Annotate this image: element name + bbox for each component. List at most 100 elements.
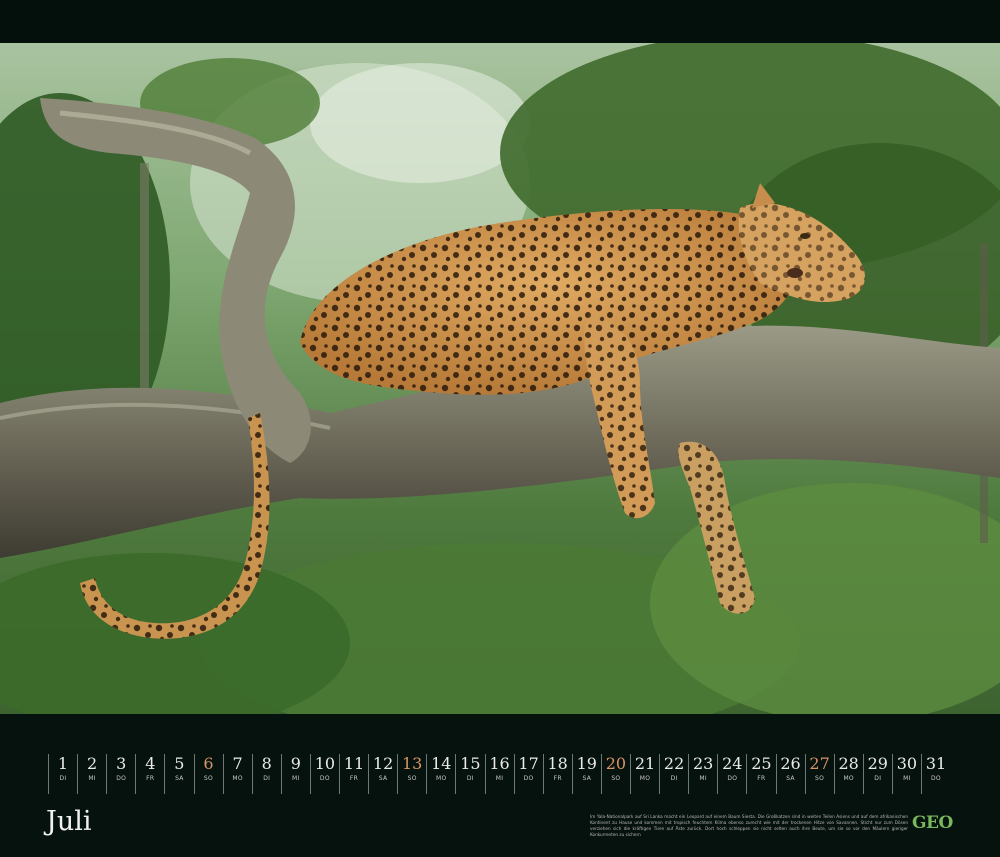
day-number: 25	[751, 754, 772, 773]
day-number: 13	[402, 754, 423, 773]
calendar-day: 28 MO	[833, 754, 863, 794]
day-number: 5	[174, 754, 185, 773]
day-number: 9	[290, 754, 301, 773]
day-number: 11	[343, 754, 365, 773]
calendar-day: 25 FR	[746, 754, 775, 794]
calendar-day: 10 DO	[309, 754, 339, 794]
weekday-label: DI	[59, 775, 67, 782]
weekday-label: MO	[436, 775, 447, 782]
calendar-day: 18 FR	[542, 754, 572, 794]
calendar-day: 7 MO	[222, 754, 252, 794]
day-number: 17	[518, 754, 539, 773]
weekday-label: SA	[786, 775, 795, 782]
weekday-label: DI	[466, 775, 474, 782]
weekday-label: DI	[874, 775, 882, 782]
calendar-day: 14 MO	[426, 754, 455, 794]
calendar-day: 8 DI	[251, 754, 281, 794]
day-number: 21	[634, 754, 656, 773]
calendar-day: 5 SA	[164, 754, 193, 794]
weekday-label: DO	[319, 775, 330, 782]
weekday-label: FR	[146, 775, 155, 782]
weekday-label: SA	[175, 775, 184, 782]
weekday-label: MO	[232, 775, 243, 782]
day-number: 16	[489, 754, 510, 773]
day-number: 2	[87, 754, 98, 773]
weekday-label: FR	[349, 775, 359, 782]
calendar-day: 29 DI	[862, 754, 892, 794]
day-number: 7	[232, 754, 243, 773]
weekday-label: MI	[292, 775, 300, 782]
calendar-day: 2 MI	[77, 754, 106, 794]
geo-logo: GEO	[912, 813, 953, 833]
day-number: 31	[925, 754, 947, 773]
weekday-label: MI	[699, 775, 707, 782]
weekday-label: DO	[727, 775, 738, 782]
day-number: 6	[203, 754, 214, 773]
weekday-label: SO	[815, 775, 825, 782]
day-number: 14	[431, 754, 452, 773]
calendar-day: 31 DO	[921, 754, 950, 794]
day-number: 3	[116, 754, 127, 773]
calendar-day: 3 DO	[106, 754, 135, 794]
day-number: 23	[693, 754, 714, 773]
calendar-day: 16 MI	[484, 754, 514, 794]
calendar-strip: 1 DI 2 MI 3 DO 4 FR 5 SA 6 SO 7 MO 8 DI 9 MI 10 DO 11 FR 12 SA 1…	[0, 714, 1000, 857]
leopard-photo	[0, 43, 1000, 714]
day-number: 20	[605, 754, 627, 773]
weekday-label: DI	[263, 775, 271, 782]
calendar-day: 30 MI	[891, 754, 921, 794]
day-number: 30	[896, 754, 918, 773]
weekday-label: SA	[582, 775, 592, 782]
month-name: Juli	[46, 806, 92, 837]
day-number: 19	[576, 754, 597, 773]
weekday-label: MO	[843, 775, 854, 782]
weekday-label: FR	[757, 775, 766, 782]
day-number: 18	[547, 754, 568, 773]
day-number: 22	[663, 754, 685, 773]
day-number: 24	[722, 754, 743, 773]
day-number: 1	[57, 754, 69, 773]
top-border	[0, 0, 1000, 43]
day-number: 12	[372, 754, 394, 773]
weekday-label: MO	[639, 775, 651, 782]
weekday-label: MI	[495, 775, 504, 782]
weekday-label: DI	[670, 775, 678, 782]
calendar-day: 11 FR	[339, 754, 368, 794]
calendar-day: 6 SO	[193, 754, 223, 794]
calendar-day: 22 DI	[659, 754, 688, 794]
calendar-day: 19 SA	[571, 754, 601, 794]
day-number: 10	[314, 754, 336, 773]
weekday-label: SA	[378, 775, 388, 782]
weekday-label: DO	[931, 775, 941, 782]
calendar-day: 20 SO	[600, 754, 630, 794]
weekday-label: DO	[116, 775, 127, 782]
day-number: 8	[261, 754, 272, 773]
weekday-label: MI	[903, 775, 911, 782]
calendar-day: 9 MI	[280, 754, 310, 794]
calendar-day: 23 MI	[688, 754, 717, 794]
calendar-day: 13 SO	[397, 754, 426, 794]
calendar-day: 24 DO	[717, 754, 746, 794]
calendar-day: 21 MO	[630, 754, 659, 794]
calendar-day: 4 FR	[135, 754, 164, 794]
weekday-label: FR	[553, 775, 562, 782]
day-number: 29	[867, 754, 888, 773]
weekday-label: SO	[611, 775, 621, 782]
calendar-day: 12 SA	[368, 754, 397, 794]
day-number: 15	[460, 754, 481, 773]
calendar-day: 15 DI	[455, 754, 484, 794]
day-number: 4	[145, 754, 156, 773]
day-row: 1 DI 2 MI 3 DO 4 FR 5 SA 6 SO 7 MO 8 DI 9 MI 10 DO 11 FR 12 SA 1…	[48, 754, 953, 794]
calendar-day: 17 DO	[513, 754, 543, 794]
day-number: 27	[809, 754, 830, 773]
day-number: 28	[838, 754, 859, 773]
weekday-label: MI	[88, 775, 96, 782]
calendar-day: 26 SA	[775, 754, 805, 794]
photo-caption: Im Yala-Nationalpark auf Sri Lanka macht…	[590, 814, 908, 837]
weekday-label: SO	[203, 775, 214, 782]
day-number: 26	[780, 754, 801, 773]
calendar-day: 1 DI	[48, 754, 77, 794]
calendar-day: 27 SO	[804, 754, 834, 794]
weekday-label: DO	[523, 775, 534, 782]
weekday-label: SO	[407, 775, 417, 782]
